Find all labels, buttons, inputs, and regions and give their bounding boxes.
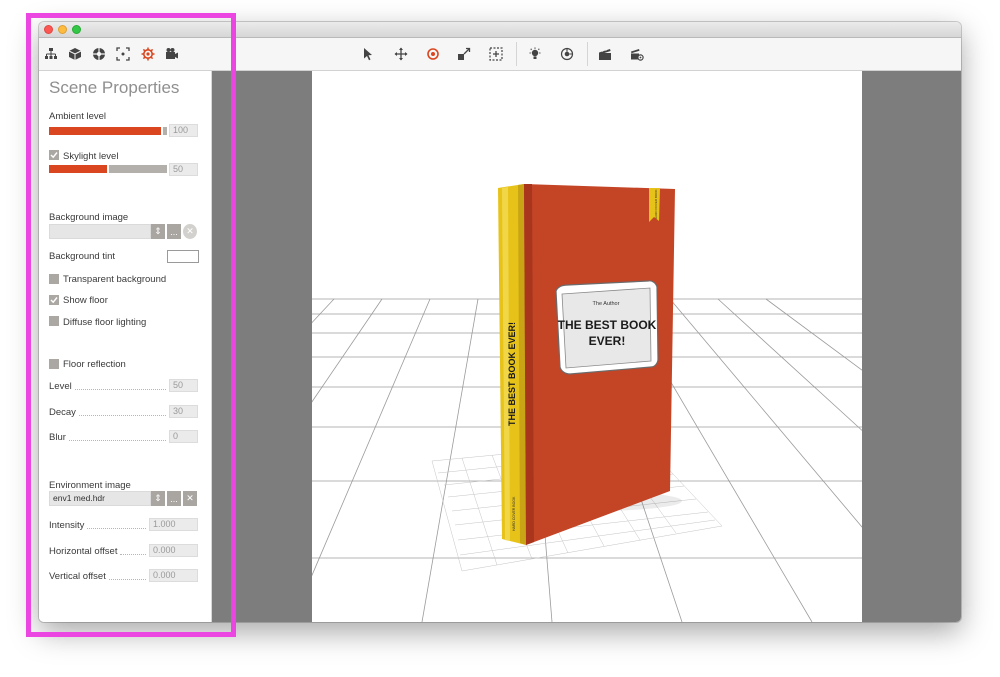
environment-image-label: Environment image <box>49 480 131 491</box>
vertical-offset-text: Vertical offset <box>49 571 106 582</box>
minimize-window-button[interactable] <box>58 25 67 34</box>
reflection-level-label: Level <box>49 380 169 392</box>
scale-icon[interactable] <box>455 45 473 63</box>
ribbon-text: HARD COVER BOOK <box>654 189 658 219</box>
book-title-line2: EVER! <box>589 334 626 348</box>
ambient-level-label: Ambient level <box>49 111 107 122</box>
show-floor-checkbox[interactable] <box>49 295 59 305</box>
transparent-background-label: Transparent background <box>63 274 167 285</box>
skylight-level-slider[interactable] <box>49 165 167 173</box>
transparent-background-checkbox[interactable] <box>49 274 59 284</box>
render-settings-icon[interactable] <box>628 45 646 63</box>
intensity-text: Intensity <box>49 520 85 531</box>
material-ball-icon[interactable] <box>90 45 108 63</box>
show-floor-label: Show floor <box>63 295 108 306</box>
book-title-line1: THE BEST BOOK <box>558 318 657 332</box>
spine-title: THE BEST BOOK EVER! <box>507 322 517 426</box>
intensity-label: Intensity <box>49 519 149 531</box>
horizontal-offset-value[interactable]: 0.000 <box>149 544 198 557</box>
title-bar <box>39 22 961 38</box>
pointer-icon[interactable] <box>359 45 377 63</box>
reflection-blur-text: Blur <box>49 432 66 443</box>
background-image-clear-button[interactable]: ✕ <box>183 224 197 239</box>
ambient-level-fill <box>49 127 161 135</box>
vertical-offset-label: Vertical offset <box>49 570 149 582</box>
skylight-level-knob[interactable] <box>107 165 109 173</box>
environment-image-clear-button[interactable]: ✕ <box>183 491 197 506</box>
scene-settings-icon[interactable] <box>139 45 157 63</box>
environment-image-browse-button[interactable]: ... <box>167 491 181 506</box>
diffuse-floor-lighting-checkbox[interactable] <box>49 316 59 326</box>
checkmark-icon <box>50 152 58 159</box>
diffuse-floor-lighting-label: Diffuse floor lighting <box>63 317 147 328</box>
floor-reflection-checkbox[interactable] <box>49 359 59 369</box>
background-image-spinner[interactable]: ⇕ <box>151 224 165 239</box>
background-image-browse-button[interactable]: ... <box>167 224 181 239</box>
skylight-level-value[interactable]: 50 <box>169 163 198 176</box>
reflection-decay-value[interactable]: 30 <box>169 405 198 418</box>
skylight-checkbox[interactable] <box>49 150 59 160</box>
spine-footer: HARD COVER BOOK <box>512 496 516 531</box>
background-image-label: Background image <box>49 212 129 223</box>
toolbar-separator <box>516 42 517 66</box>
environment-icon[interactable] <box>558 45 576 63</box>
scene-properties-panel: Scene Properties Ambient level 100 Skyli… <box>39 71 212 622</box>
environment-image-field[interactable]: env1 med.hdr <box>49 491 151 506</box>
background-image-field[interactable] <box>49 224 151 239</box>
vertical-offset-value[interactable]: 0.000 <box>149 569 198 582</box>
clapper-icon[interactable] <box>596 45 614 63</box>
reflection-level-value[interactable]: 50 <box>169 379 198 392</box>
intensity-value[interactable]: 1.000 <box>149 518 198 531</box>
floor-reflection-label: Floor reflection <box>63 359 126 370</box>
book-model: The Author THE BEST BOOK EVER! THE BEST … <box>498 184 675 545</box>
horizontal-offset-label: Horizontal offset <box>49 545 149 557</box>
close-window-button[interactable] <box>44 25 53 34</box>
horizontal-offset-text: Horizontal offset <box>49 546 118 557</box>
frame-icon[interactable] <box>114 45 132 63</box>
ambient-level-value[interactable]: 100 <box>169 124 198 137</box>
ambient-level-slider[interactable] <box>49 127 167 135</box>
toolbar-separator <box>587 42 588 66</box>
rotate-icon[interactable] <box>424 45 442 63</box>
reflection-blur-label: Blur <box>49 431 169 443</box>
background-tint-label: Background tint <box>49 251 116 262</box>
hierarchy-icon[interactable] <box>42 45 60 63</box>
camera-icon[interactable] <box>163 45 181 63</box>
background-tint-swatch[interactable] <box>167 250 199 263</box>
fit-icon[interactable] <box>487 45 505 63</box>
reflection-blur-value[interactable]: 0 <box>169 430 198 443</box>
book-author: The Author <box>593 301 620 307</box>
environment-image-spinner[interactable]: ⇕ <box>151 491 165 506</box>
render-canvas[interactable]: The Author THE BEST BOOK EVER! THE BEST … <box>312 71 862 622</box>
toolbar <box>39 38 961 71</box>
ambient-level-knob[interactable] <box>161 127 163 135</box>
reflection-level-text: Level <box>49 381 72 392</box>
move-icon[interactable] <box>392 45 410 63</box>
panel-title: Scene Properties <box>49 78 180 97</box>
checkmark-icon <box>50 297 58 304</box>
app-window: Scene Properties Ambient level 100 Skyli… <box>39 22 961 622</box>
cube-icon[interactable] <box>66 45 84 63</box>
skylight-level-label: Skylight level <box>63 151 119 162</box>
zoom-window-button[interactable] <box>72 25 81 34</box>
skylight-level-fill <box>49 165 107 173</box>
light-icon[interactable] <box>526 45 544 63</box>
scene-render[interactable]: The Author THE BEST BOOK EVER! THE BEST … <box>312 71 862 622</box>
3d-viewport[interactable]: The Author THE BEST BOOK EVER! THE BEST … <box>212 71 961 622</box>
reflection-decay-text: Decay <box>49 407 76 418</box>
reflection-decay-label: Decay <box>49 406 169 418</box>
